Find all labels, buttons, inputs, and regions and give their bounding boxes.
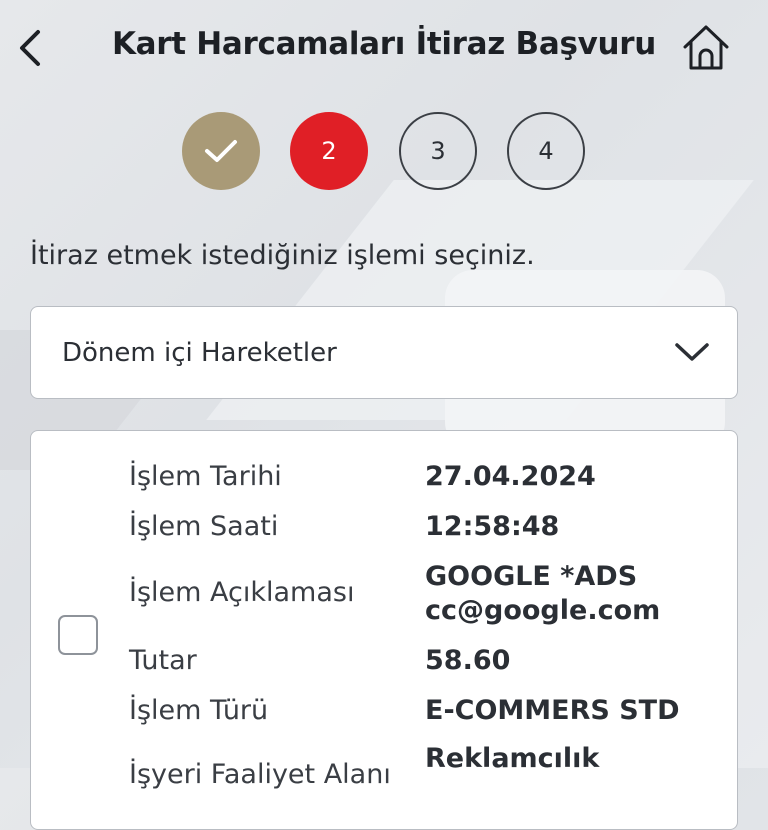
transaction-description-value-1: GOOGLE *ADS [425, 561, 638, 592]
home-button[interactable] [680, 22, 732, 74]
stepper: 2 3 4 [0, 112, 768, 190]
chevron-down-icon [675, 343, 709, 361]
period-select[interactable]: Dönem içi Hareketler [30, 306, 738, 399]
transaction-amount-value: 58.60 [425, 645, 511, 676]
transaction-description-label: İşlem Açıklaması [129, 577, 355, 608]
header: Kart Harcamaları İtiraz Başvuru [0, 0, 768, 96]
transaction-amount-label: Tutar [129, 645, 197, 676]
period-select-value: Dönem içi Hareketler [62, 338, 337, 368]
merchant-category-label: İşyeri Faaliyet Alanı [129, 759, 391, 790]
transaction-time-label: İşlem Saati [129, 511, 279, 542]
transaction-card[interactable]: İşlem Tarihi 27.04.2024 İşlem Saati 12:5… [30, 430, 738, 830]
page-title: Kart Harcamaları İtiraz Başvuru [111, 26, 657, 62]
step-4: 4 [507, 112, 585, 190]
transaction-time-value: 12:58:48 [425, 511, 560, 542]
instruction-text: İtiraz etmek istediğiniz işlemi seçiniz. [30, 240, 535, 271]
step-2-current: 2 [290, 112, 368, 190]
checkmark-icon [205, 140, 237, 162]
transaction-type-label: İşlem Türü [129, 695, 269, 726]
transaction-date-value: 27.04.2024 [425, 461, 596, 492]
transaction-description-value-2: cc@google.com [425, 595, 661, 626]
transaction-date-label: İşlem Tarihi [129, 461, 282, 492]
merchant-category-value: Reklamcılık [425, 743, 600, 774]
step-3: 3 [399, 112, 477, 190]
home-icon [683, 25, 729, 70]
transaction-type-value: E-COMMERS STD [425, 695, 680, 726]
step-1-complete [182, 112, 260, 190]
transaction-checkbox[interactable] [58, 615, 98, 655]
